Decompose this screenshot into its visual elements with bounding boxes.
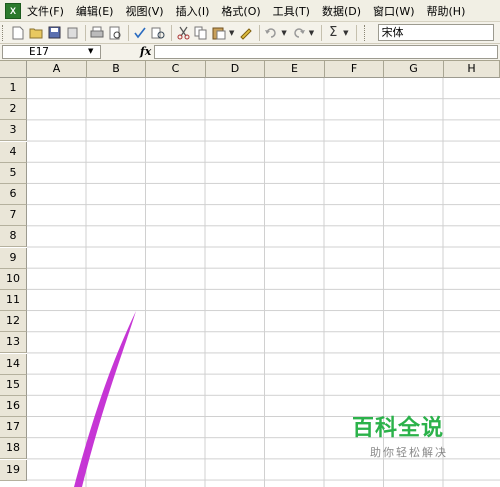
format-painter-icon[interactable] bbox=[238, 25, 254, 41]
toolbar-grip[interactable] bbox=[363, 24, 368, 41]
toolbar-separator bbox=[259, 24, 261, 41]
row-header[interactable]: 9 bbox=[0, 248, 27, 269]
menu-tools[interactable]: 工具(T) bbox=[273, 3, 310, 19]
paste-dropdown-icon[interactable]: ▼ bbox=[229, 29, 234, 37]
redo-dropdown-icon[interactable]: ▼ bbox=[309, 29, 314, 37]
menu-help[interactable]: 帮助(H) bbox=[427, 3, 466, 19]
toolbar-separator bbox=[128, 24, 129, 41]
autosum-dropdown-icon[interactable]: ▼ bbox=[343, 29, 348, 37]
row-header[interactable]: 14 bbox=[0, 354, 27, 375]
research-icon[interactable] bbox=[150, 25, 166, 41]
watermark-title: 百科全说 bbox=[352, 416, 445, 441]
menu-window[interactable]: 窗口(W) bbox=[373, 3, 414, 19]
print-icon[interactable] bbox=[89, 25, 105, 41]
row-header[interactable]: 17 bbox=[0, 417, 27, 438]
row-header[interactable]: 1 bbox=[0, 78, 27, 99]
font-name-field[interactable]: 宋体 bbox=[377, 24, 494, 41]
watermark-subtitle: 助你轻松解决 bbox=[370, 446, 448, 459]
toolbar-separator bbox=[355, 24, 357, 41]
column-header-d[interactable]: D bbox=[206, 61, 265, 78]
row-header[interactable]: 10 bbox=[0, 269, 27, 290]
column-header-b[interactable]: B bbox=[87, 61, 146, 78]
formula-bar: E17 ▼ fx bbox=[0, 44, 500, 61]
row-header[interactable]: 6 bbox=[0, 184, 27, 205]
excel-app-icon[interactable]: X bbox=[5, 2, 21, 19]
row-header[interactable]: 15 bbox=[0, 375, 27, 396]
redo-icon[interactable] bbox=[291, 25, 307, 41]
column-header-h[interactable]: H bbox=[444, 61, 500, 78]
column-header-f[interactable]: F bbox=[325, 61, 384, 78]
column-header-e[interactable]: E bbox=[265, 61, 325, 78]
row-header[interactable]: 7 bbox=[0, 205, 27, 226]
row-header[interactable]: 8 bbox=[0, 226, 27, 247]
column-header-a[interactable]: A bbox=[27, 61, 87, 78]
row-header[interactable]: 5 bbox=[0, 163, 27, 184]
formula-input[interactable] bbox=[154, 45, 498, 59]
spelling-icon[interactable] bbox=[132, 25, 148, 41]
undo-dropdown-icon[interactable]: ▼ bbox=[281, 29, 286, 37]
print-preview-icon[interactable] bbox=[107, 25, 123, 41]
cut-icon[interactable] bbox=[175, 25, 191, 41]
menu-format[interactable]: 格式(O) bbox=[221, 3, 260, 19]
toolbar-separator bbox=[171, 24, 172, 41]
toolbar-separator bbox=[321, 24, 323, 41]
menu-insert[interactable]: 插入(I) bbox=[176, 3, 210, 19]
row-header[interactable]: 19 bbox=[0, 460, 27, 481]
menu-view[interactable]: 视图(V) bbox=[125, 3, 163, 19]
toolbar-grip[interactable] bbox=[2, 24, 6, 41]
permission-icon[interactable] bbox=[64, 25, 80, 41]
row-header[interactable]: 2 bbox=[0, 99, 27, 120]
menu-bar: X 文件(F) 编辑(E) 视图(V) 插入(I) 格式(O) 工具(T) 数据… bbox=[0, 0, 500, 22]
name-box-dropdown-icon[interactable]: ▼ bbox=[88, 47, 93, 55]
row-header[interactable]: 12 bbox=[0, 311, 27, 332]
open-icon[interactable] bbox=[28, 25, 44, 41]
menu-file[interactable]: 文件(F) bbox=[27, 3, 64, 19]
row-header[interactable]: 11 bbox=[0, 290, 27, 311]
insert-function-icon[interactable]: fx bbox=[140, 45, 151, 58]
row-header[interactable]: 3 bbox=[0, 120, 27, 141]
save-icon[interactable] bbox=[46, 25, 62, 41]
menu-edit[interactable]: 编辑(E) bbox=[76, 3, 114, 19]
autosum-icon[interactable]: Σ bbox=[325, 25, 341, 41]
standard-toolbar: ▼ ▼ ▼ Σ ▼ 宋体 bbox=[0, 22, 500, 44]
new-icon[interactable] bbox=[10, 25, 26, 41]
row-header[interactable]: 13 bbox=[0, 332, 27, 353]
row-header[interactable]: 4 bbox=[0, 142, 27, 163]
row-header[interactable]: 16 bbox=[0, 396, 27, 417]
toolbar-separator bbox=[85, 24, 86, 41]
column-header-g[interactable]: G bbox=[384, 61, 444, 78]
menu-data[interactable]: 数据(D) bbox=[322, 3, 361, 19]
select-all-corner[interactable] bbox=[0, 61, 27, 78]
copy-icon[interactable] bbox=[193, 25, 209, 41]
column-header-c[interactable]: C bbox=[146, 61, 206, 78]
name-box[interactable]: E17 bbox=[2, 45, 101, 59]
watermark: 百科全说 助你轻松解决 bbox=[352, 410, 462, 460]
undo-icon[interactable] bbox=[263, 25, 279, 41]
row-header[interactable]: 18 bbox=[0, 438, 27, 459]
paste-icon[interactable] bbox=[211, 25, 227, 41]
